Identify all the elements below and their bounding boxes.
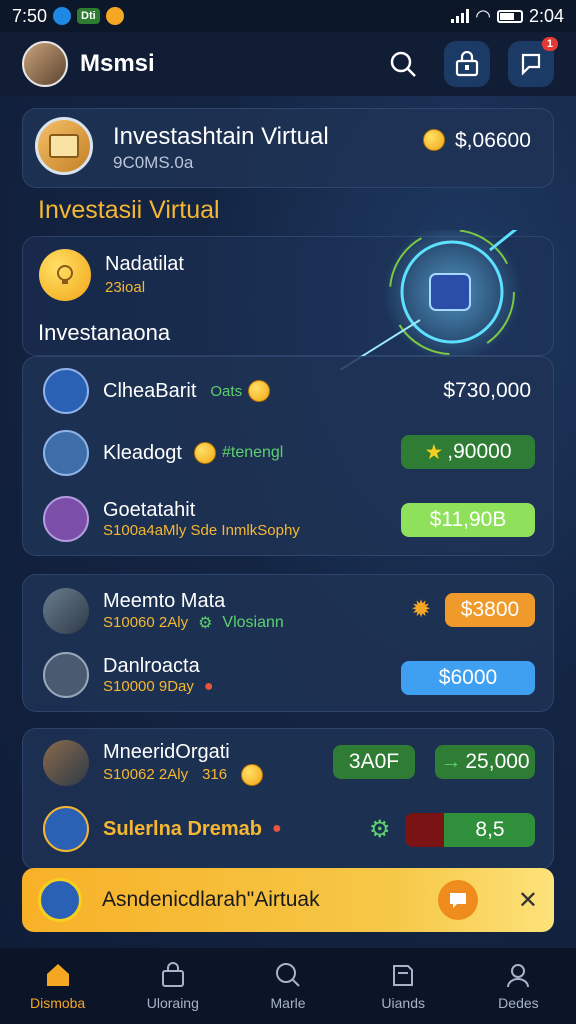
notifications-button[interactable]: 1 — [508, 37, 558, 87]
asset-icon — [43, 652, 89, 698]
flag-icon — [521, 53, 541, 76]
battery-icon — [496, 9, 523, 23]
asset-icon — [43, 430, 89, 476]
coin-icon — [423, 129, 445, 151]
asset-icon — [43, 496, 89, 542]
status-time: 7:50 — [12, 5, 48, 26]
portfolio-card[interactable]: Investashtain Virtual 9C0MS.0a $,06600 — [22, 108, 554, 188]
app-notif-icon: Dti — [77, 8, 100, 24]
star-icon: ★ — [424, 440, 444, 464]
avatar[interactable] — [22, 41, 68, 87]
avatar — [43, 588, 89, 634]
coin-icon — [193, 442, 216, 464]
highlight-meta: 23ioal — [105, 279, 146, 296]
target-hologram-icon — [340, 230, 522, 370]
search-button[interactable] — [380, 41, 426, 87]
portfolio-balance: $,06600 — [455, 129, 531, 152]
portfolio-thumbnail — [35, 117, 93, 175]
asset-name: MneeridOrgati — [103, 740, 230, 763]
alert-icon: ● — [203, 677, 214, 695]
signal-icon — [451, 9, 470, 23]
asset-value: $730,000 — [443, 379, 531, 402]
wifi-icon: ◠ — [475, 5, 491, 26]
asset-name: Sulerlna Dremab — [103, 817, 262, 840]
arrow-right-icon: → — [440, 750, 462, 773]
list-item[interactable]: ClheaBarit Oats $730,000 — [23, 367, 553, 415]
app-title: Msmsi — [80, 50, 155, 77]
assistant-icon — [38, 878, 82, 922]
asset-meta: S10060 2Aly — [103, 614, 189, 631]
search-icon — [276, 963, 300, 987]
banner-text: Asndenicdlarah"Airtuak — [102, 888, 320, 911]
close-button[interactable]: ✕ — [518, 886, 538, 915]
asset-tag: #tenengl — [221, 444, 284, 461]
promo-banner[interactable]: Asndenicdlarah"Airtuak ✕ — [22, 868, 554, 932]
status-bar: 7:50 Dti ◠ 2:04 — [0, 0, 576, 32]
coin-icon — [248, 380, 271, 402]
user-icon — [507, 964, 530, 988]
bag-icon — [161, 962, 184, 987]
asset-name: ClheaBarit — [103, 379, 197, 402]
asset-icon — [43, 806, 89, 852]
asset-tag: Vlosiann — [222, 613, 284, 631]
highlight-name: Nadatilat — [105, 253, 184, 275]
value-pill[interactable]: $11,90B — [401, 503, 535, 537]
avatar — [43, 740, 89, 786]
portfolio-subtitle: 9C0MS.0a — [113, 153, 194, 172]
shop-button[interactable] — [444, 41, 490, 87]
gear-icon: ⚙ — [198, 614, 213, 632]
asset-name: Goetatahit — [103, 499, 196, 521]
alert-icon: ● — [271, 820, 282, 837]
nav-item-book[interactable]: Uiands — [346, 948, 461, 1024]
asset-tag: Oats — [210, 382, 243, 400]
value-pill[interactable]: ★ ,90000 — [401, 435, 535, 469]
asset-meta: S10062 2Aly — [103, 766, 189, 783]
portfolio-title: Investashtain Virtual — [113, 123, 329, 150]
asset-name: Danlroacta — [103, 654, 200, 677]
nav-item-profile[interactable]: Dedes — [461, 948, 576, 1024]
chat-icon[interactable] — [437, 880, 478, 920]
status-clock: 2:04 — [528, 5, 564, 26]
value-pill[interactable]: $6000 — [401, 661, 535, 695]
notification-badge: 1 — [541, 37, 558, 51]
section-virtual-heading: Investasii Virtual — [38, 196, 220, 224]
investment-group-1: ClheaBarit Oats $730,000 Kleadogt #tenen… — [22, 356, 554, 556]
progress-pill[interactable]: 8,5 — [405, 813, 535, 847]
asset-name: Meemto Mata — [103, 589, 226, 612]
nav-item-search[interactable]: Marle — [230, 948, 345, 1024]
investment-group-3: MneeridOrgati S10062 2Aly 316 3A0F → 25,… — [22, 728, 554, 870]
asset-name: Kleadogt — [103, 441, 182, 464]
app-header: Msmsi 1 — [0, 32, 576, 96]
search-icon — [390, 51, 416, 77]
value-pill[interactable]: 3A0F — [333, 745, 415, 779]
investment-group-2: Meemto Mata S10060 2Aly ⚙ Vlosiann ✹ $38… — [22, 574, 554, 712]
messenger-icon — [53, 7, 72, 25]
gear-icon: ⚙ — [369, 816, 391, 843]
asset-icon — [43, 368, 89, 414]
book-icon — [393, 965, 414, 986]
bottom-navigation: Dismoba Uloraing Marle Uiands Dedes — [0, 948, 576, 1024]
nav-item-bag[interactable]: Uloraing — [115, 948, 230, 1024]
value-pill-secondary[interactable]: → 25,000 — [435, 745, 535, 779]
section-invest-heading: Investanaona — [38, 320, 171, 345]
asset-meta: S100a4aMly Sde InmlkSophy — [103, 522, 300, 539]
lock-bag-icon — [455, 51, 479, 77]
nav-item-home[interactable]: Dismoba — [0, 948, 115, 1024]
coin-notif-icon — [105, 7, 124, 25]
asset-count: 316 — [202, 766, 228, 783]
bulb-icon — [39, 249, 91, 301]
coin-icon — [241, 763, 264, 786]
asset-meta: S10000 9Day — [103, 678, 194, 695]
home-icon — [46, 964, 69, 986]
value-pill[interactable]: $3800 — [445, 593, 535, 627]
badge-icon: ✹ — [411, 596, 432, 623]
